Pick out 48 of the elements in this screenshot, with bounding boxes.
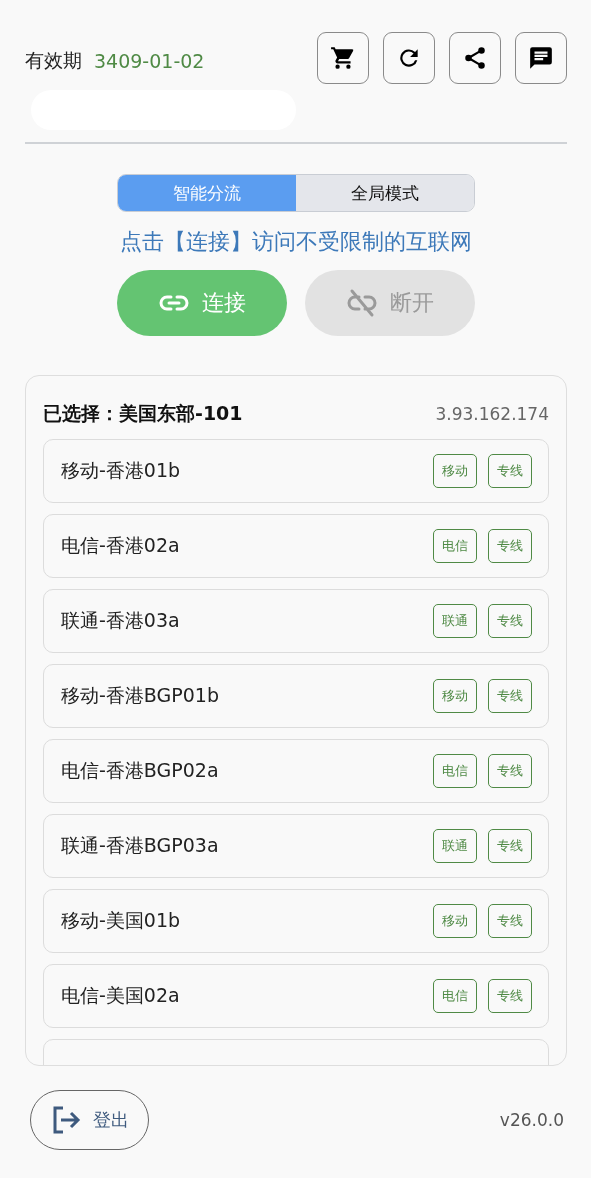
expiry-date: 3409-01-02 <box>94 50 205 72</box>
server-tag: 移动 <box>433 904 477 938</box>
server-item[interactable]: 联通-香港03a 联通 专线 <box>43 589 549 653</box>
cart-button[interactable] <box>317 32 369 84</box>
version-text: v26.0.0 <box>499 1110 564 1130</box>
server-item[interactable]: 移动-香港BGP01b 移动 专线 <box>43 664 549 728</box>
server-name: 联通-香港03a <box>61 608 180 633</box>
server-name: 移动-美国01b <box>61 908 181 933</box>
server-name: 电信-香港BGP02a <box>61 758 219 783</box>
expiry-label: 有效期 <box>25 48 82 73</box>
server-item[interactable]: 移动-香港01b 移动 专线 <box>43 439 549 503</box>
server-tag: 专线 <box>488 829 532 863</box>
message-button[interactable] <box>515 32 567 84</box>
server-name: 移动-香港01b <box>61 458 181 483</box>
server-tag: 专线 <box>488 904 532 938</box>
server-tag: 专线 <box>488 604 532 638</box>
ip-address: 3.93.162.174 <box>435 404 549 424</box>
server-tag: 专线 <box>488 979 532 1013</box>
server-tag: 专线 <box>488 454 532 488</box>
server-tag: 专线 <box>488 679 532 713</box>
server-tag: 联通 <box>433 604 477 638</box>
server-tag: 电信 <box>433 529 477 563</box>
server-tag: 专线 <box>488 754 532 788</box>
server-item[interactable]: 电信-美国02a 电信 专线 <box>43 964 549 1028</box>
mode-tab[interactable]: 全局模式 <box>296 175 474 211</box>
server-item[interactable]: 电信-香港BGP02a 电信 专线 <box>43 739 549 803</box>
server-tag: 电信 <box>433 979 477 1013</box>
share-button[interactable] <box>449 32 501 84</box>
server-item[interactable]: 联通-香港BGP03a 联通 专线 <box>43 814 549 878</box>
broken-link-icon <box>346 287 378 319</box>
share-icon <box>462 45 488 71</box>
server-name: 电信-美国02a <box>61 983 180 1008</box>
refresh-button[interactable] <box>383 32 435 84</box>
server-tag: 专线 <box>488 529 532 563</box>
server-name: 电信-香港02a <box>61 533 180 558</box>
selected-server: 已选择：美国东部-101 <box>43 401 243 426</box>
server-item[interactable]: 移动-美国01b 移动 专线 <box>43 889 549 953</box>
message-icon <box>528 45 554 71</box>
server-tag: 移动 <box>433 679 477 713</box>
server-tag: 移动 <box>433 454 477 488</box>
cart-icon <box>330 45 356 71</box>
hint-text: 点击【连接】访问不受限制的互联网 <box>119 228 473 256</box>
server-tag: 电信 <box>433 754 477 788</box>
server-item[interactable]: 电信-香港02a 电信 专线 <box>43 514 549 578</box>
server-tag: 联通 <box>433 829 477 863</box>
server-name: 联通-香港BGP03a <box>61 833 219 858</box>
logout-button[interactable]: 登出 <box>30 1090 149 1150</box>
server-name: 移动-香港BGP01b <box>61 683 219 708</box>
